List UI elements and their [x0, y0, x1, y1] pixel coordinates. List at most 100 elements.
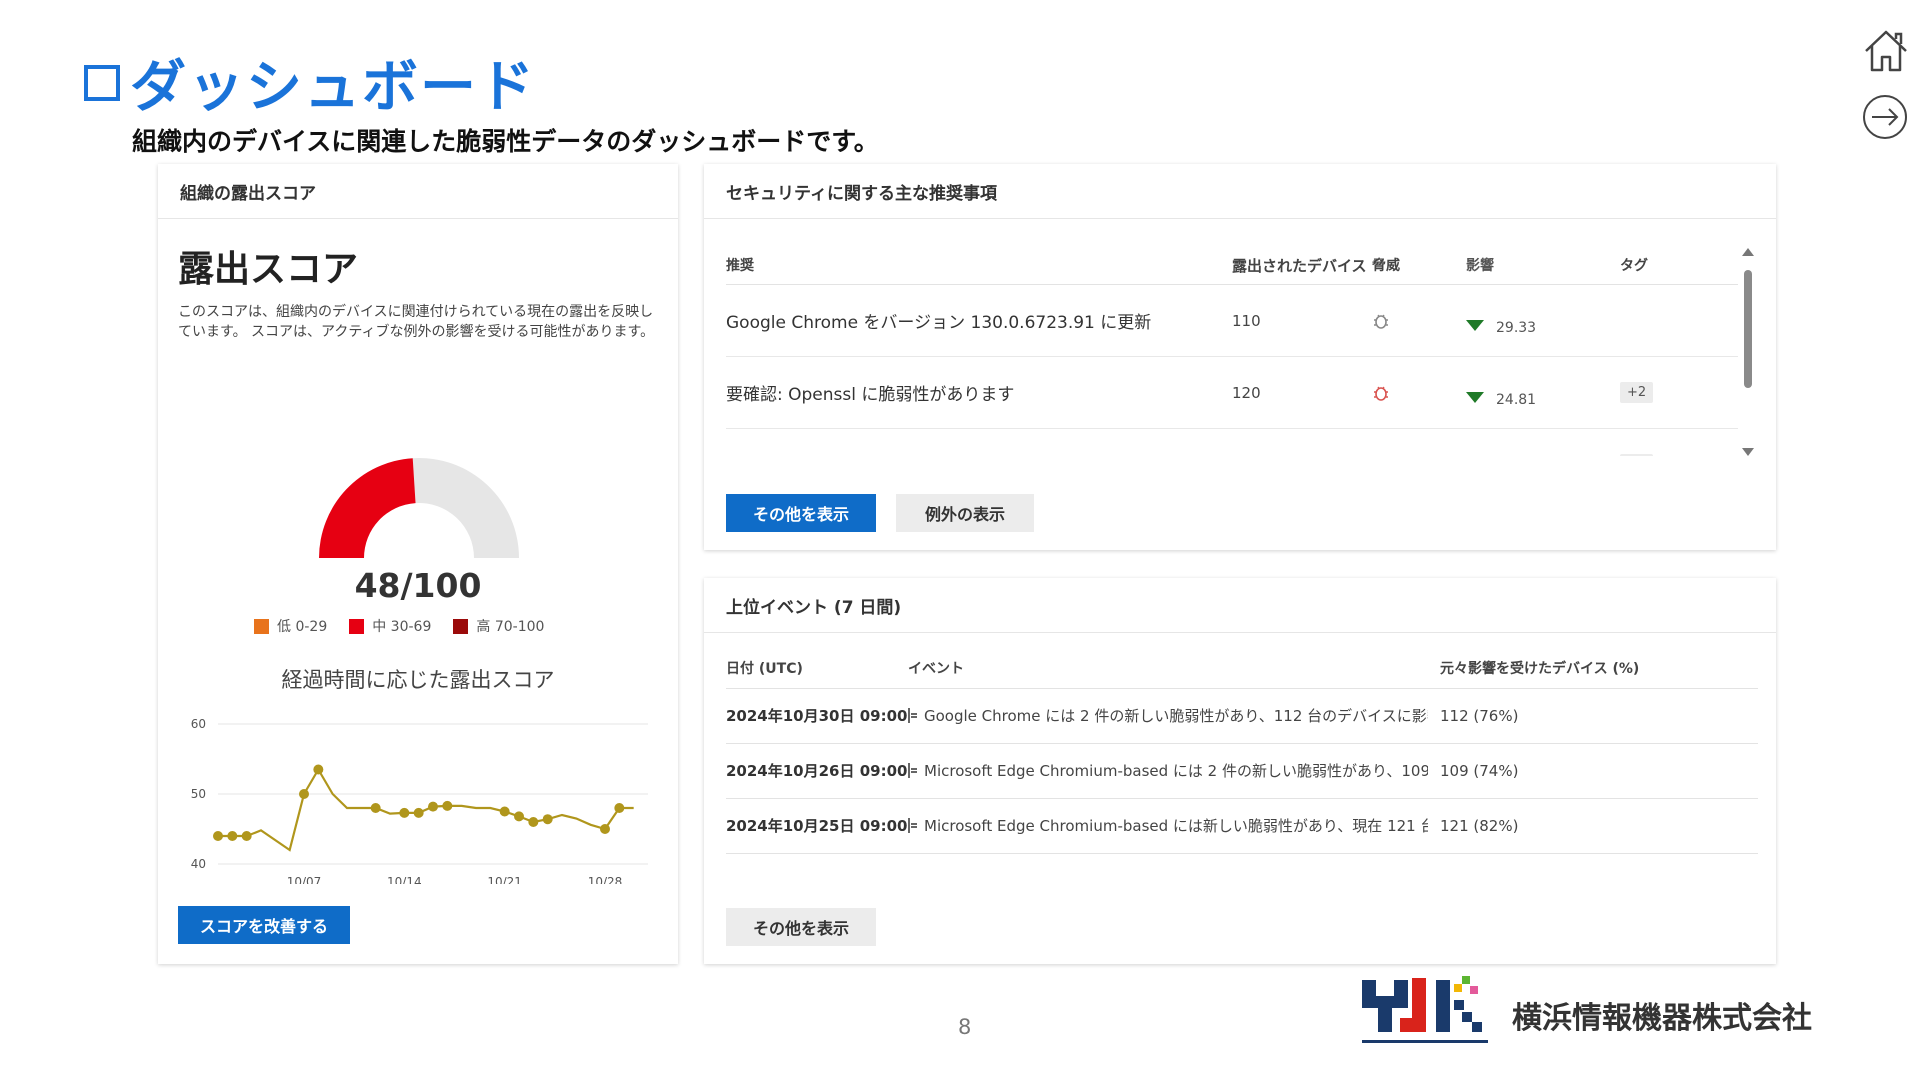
title-checkbox-icon	[84, 64, 120, 101]
event-cell[interactable]: Microsoft Edge Chromium-based には 2 件の新しい…	[908, 743, 1428, 798]
events-show-more-button[interactable]: その他を表示	[726, 908, 876, 946]
event-devices: 109 (74%)	[1440, 761, 1519, 780]
event-date: 2024年10月30日 09:00	[726, 707, 908, 725]
data-point	[213, 831, 223, 841]
col-event[interactable]: イベント	[908, 648, 1428, 688]
reco-card-header: セキュリティに関する主な推奨事項	[704, 164, 1776, 219]
event-cell[interactable]: Microsoft Edge Chromium-based には新しい脆弱性があ…	[908, 798, 1428, 853]
legend-swatch-low	[254, 618, 269, 634]
exposure-gauge	[319, 458, 519, 558]
reco-scrollbar[interactable]	[1742, 248, 1754, 458]
exposure-score-value: 48/100	[354, 566, 482, 605]
table-row[interactable]: 2024年10月30日 09:00 Google Chrome には 2 件の新…	[726, 688, 1758, 744]
impact-down-icon	[1466, 392, 1484, 403]
page-title: ダッシュボード	[130, 55, 536, 120]
tag-badge: +1	[1620, 454, 1654, 456]
table-row[interactable]: 要確認: Openssl に脆弱性があります 120 24.81 +2	[726, 357, 1738, 429]
improve-score-button[interactable]: スコアを改善する	[178, 906, 350, 944]
reco-devices: 110	[1232, 311, 1261, 330]
event-text: Microsoft Edge Chromium-based には新しい脆弱性があ…	[924, 817, 1428, 835]
document-icon	[908, 708, 917, 723]
data-point	[514, 811, 524, 822]
gauge-fill	[319, 458, 416, 558]
series-line	[218, 767, 634, 852]
data-point	[528, 817, 539, 827]
col-tags[interactable]: タグ	[1620, 246, 1648, 284]
data-point	[614, 803, 625, 813]
show-more-button[interactable]: その他を表示	[726, 494, 876, 532]
col-affected-devices[interactable]: 元々影響を受けたデバイス (%)	[1440, 648, 1639, 688]
data-point	[299, 789, 309, 799]
data-point	[442, 800, 453, 811]
gauge-remaining	[412, 458, 519, 558]
recommendations-table: 推奨 露出されたデバイス 脅威 影響 タグ Google Chrome をバージ…	[726, 246, 1738, 456]
event-devices: 112 (76%)	[1440, 706, 1519, 725]
col-impact[interactable]: 影響	[1466, 246, 1494, 284]
event-text: Microsoft Edge Chromium-based には 2 件の新しい…	[924, 762, 1428, 780]
data-point	[413, 807, 424, 818]
bug-icon	[1372, 429, 1390, 456]
top-events-card: 上位イベント (7 日間) 日付 (UTC) イベント 元々影響を受けたデバイス…	[704, 578, 1776, 964]
reco-name[interactable]: 要確認: Openssl に脆弱性があります	[726, 357, 1226, 428]
x-tick-label: 10/28	[588, 875, 623, 884]
event-date: 2024年10月26日 09:00	[726, 762, 908, 780]
reco-name[interactable]: Google Chrome をバージョン 130.0.6723.91 に更新	[726, 285, 1226, 356]
reco-devices: 120	[1232, 383, 1261, 402]
data-point	[227, 831, 238, 841]
y-tick-label: 40	[191, 857, 206, 871]
exposure-score-card: 組織の露出スコア 露出スコア このスコアは、組織内のデバイスに関連付けられている…	[158, 164, 678, 964]
document-icon	[908, 763, 917, 778]
event-cell[interactable]: Google Chrome には 2 件の新しい脆弱性があり、112 台のデバイ…	[908, 688, 1428, 743]
arrow-right-circle-icon[interactable]	[1860, 92, 1910, 142]
reco-tag: +2	[1620, 357, 1654, 428]
col-date[interactable]: 日付 (UTC)	[726, 648, 803, 688]
reco-impact	[1466, 429, 1496, 456]
data-point	[542, 814, 553, 825]
x-tick-label: 10/14	[387, 875, 422, 884]
legend-item-high: 高 70-100	[453, 616, 544, 636]
legend-swatch-medium	[349, 618, 365, 634]
table-row[interactable]: 2024年10月25日 09:00 Microsoft Edge Chromiu…	[726, 798, 1758, 854]
tag-badge: +2	[1620, 382, 1654, 403]
events-table-header: 日付 (UTC) イベント 元々影響を受けたデバイス (%)	[726, 648, 1758, 689]
col-exposed-devices[interactable]: 露出されたデバイス	[1232, 246, 1367, 284]
reco-name[interactable]: Block JavaScript or VBScript from launch…	[726, 429, 1226, 457]
table-row[interactable]: Google Chrome をバージョン 130.0.6723.91 に更新 1…	[726, 285, 1738, 357]
slide-title: ダッシュボード	[84, 42, 536, 123]
col-threats[interactable]: 脅威	[1372, 246, 1400, 284]
scroll-up-icon[interactable]	[1742, 248, 1754, 256]
table-row[interactable]: Block JavaScript or VBScript from launch…	[726, 429, 1738, 456]
trend-chart-title: 経過時間に応じた露出スコア	[281, 668, 555, 692]
data-point	[600, 824, 610, 834]
exposure-description: このスコアは、組織内のデバイスに関連付けられている現在の露出を反映しています。 …	[178, 304, 655, 340]
data-point	[241, 831, 252, 841]
exposure-card-header: 組織の露出スコア	[158, 164, 678, 219]
bug-icon	[1372, 357, 1390, 428]
event-date: 2024年10月25日 09:00	[726, 817, 908, 835]
company-logo	[1362, 976, 1488, 1043]
data-point	[499, 806, 510, 817]
company-name: 横浜情報機器株式会社	[1512, 1001, 1812, 1036]
data-point	[313, 764, 324, 775]
page-subtitle: 組織内のデバイスに関連した脆弱性データのダッシュボードです。	[132, 127, 879, 156]
reco-impact: 29.33	[1466, 285, 1536, 356]
y-tick-label: 60	[191, 717, 206, 731]
x-tick-label: 10/07	[287, 875, 322, 884]
reco-devices: 128	[1232, 429, 1261, 457]
home-icon[interactable]	[1860, 25, 1912, 77]
legend-swatch-high	[453, 618, 469, 634]
reco-tag: +1	[1620, 429, 1654, 456]
col-recommendation[interactable]: 推奨	[726, 246, 1226, 284]
legend-item-medium: 中 30-69	[349, 616, 431, 636]
table-row[interactable]: 2024年10月26日 09:00 Microsoft Edge Chromiu…	[726, 743, 1758, 799]
reco-table-header: 推奨 露出されたデバイス 脅威 影響 タグ	[726, 246, 1738, 285]
show-exceptions-button[interactable]: 例外の表示	[896, 494, 1034, 532]
data-point	[428, 801, 438, 812]
scroll-down-icon[interactable]	[1742, 448, 1754, 456]
gauge-legend: 低 0-29 中 30-69 高 70-100	[254, 616, 544, 636]
data-point	[399, 807, 410, 818]
events-card-header: 上位イベント (7 日間)	[704, 578, 1776, 633]
page-number: 8	[958, 1015, 972, 1039]
data-point	[370, 803, 381, 813]
scroll-thumb[interactable]	[1744, 270, 1752, 388]
